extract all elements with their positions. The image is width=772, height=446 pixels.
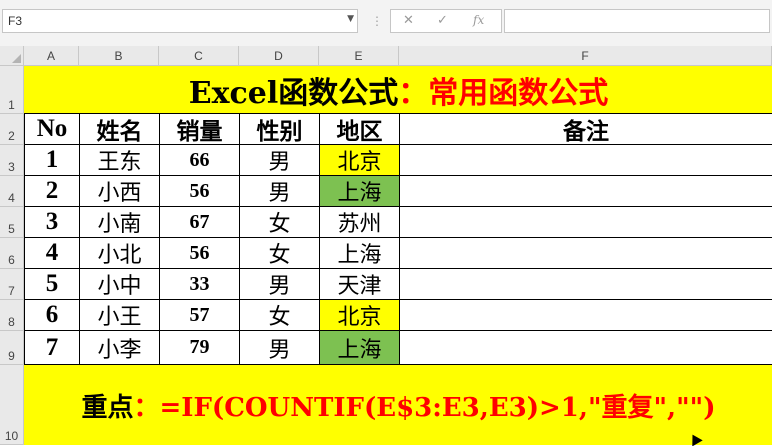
cell-sales[interactable]: 33 — [160, 269, 240, 300]
insert-function-icon[interactable]: fx — [473, 13, 484, 27]
cell-name[interactable]: 小西 — [80, 176, 160, 207]
column-header-a[interactable]: A — [24, 46, 79, 66]
header-cell-region[interactable]: 地区 — [320, 114, 400, 145]
cell-note[interactable] — [400, 300, 772, 331]
header-cell-name[interactable]: 姓名 — [80, 114, 160, 145]
cell-no[interactable]: 6 — [25, 300, 80, 331]
header-cell-gender[interactable]: 性别 — [240, 114, 320, 145]
cell-note[interactable] — [400, 207, 772, 238]
drag-handle-icon[interactable]: ⋮ — [371, 14, 383, 28]
column-header-b[interactable]: B — [79, 46, 159, 66]
cell-gender[interactable]: 女 — [240, 300, 320, 331]
cell-note[interactable] — [400, 269, 772, 300]
row-header-5[interactable]: 5 — [0, 207, 24, 238]
cell-sales[interactable]: 79 — [160, 331, 240, 365]
cell-no[interactable]: 7 — [25, 331, 80, 365]
title-part2: ：常用函数公式 — [398, 76, 609, 111]
column-header-e[interactable]: E — [319, 46, 399, 66]
column-header-d[interactable]: D — [239, 46, 319, 66]
cell-region[interactable]: 北京 — [320, 300, 400, 331]
header-cell-no[interactable]: No — [25, 114, 80, 145]
cell-no[interactable]: 3 — [25, 207, 80, 238]
sheet-title[interactable]: Excel函数公式 ：常用函数公式 — [25, 66, 772, 114]
cell-region[interactable]: 天津 — [320, 269, 400, 300]
row-header-9[interactable]: 9 — [0, 331, 24, 365]
name-box[interactable]: F3 ▼ — [2, 9, 358, 33]
cell-no[interactable]: 4 — [25, 238, 80, 269]
cell-gender[interactable]: 女 — [240, 207, 320, 238]
cell-region[interactable]: 上海 — [320, 331, 400, 365]
cell-gender[interactable]: 男 — [240, 145, 320, 176]
cell-gender[interactable]: 男 — [240, 331, 320, 365]
cell-name[interactable]: 小王 — [80, 300, 160, 331]
cell-no[interactable]: 1 — [25, 145, 80, 176]
cell-gender[interactable]: 女 — [240, 238, 320, 269]
cell-no[interactable]: 2 — [25, 176, 80, 207]
row-header-8[interactable]: 8 — [0, 300, 24, 331]
title-part1: Excel函数公式 — [188, 76, 399, 111]
cell-note[interactable] — [400, 331, 772, 365]
select-all-button[interactable] — [0, 46, 24, 66]
row-header-10[interactable]: 10 — [0, 365, 24, 445]
cell-name[interactable]: 小北 — [80, 238, 160, 269]
cell-region[interactable]: 苏州 — [320, 207, 400, 238]
formula-label: 重点 — [81, 392, 134, 423]
formula-note[interactable]: 重点 ：=IF(COUNTIF(E$3:E3,E3)>1,"重复","") — [25, 365, 772, 445]
cell-name[interactable]: 小南 — [80, 207, 160, 238]
column-header-f[interactable]: F — [399, 46, 772, 66]
chevron-down-icon[interactable]: ▼ — [347, 14, 354, 24]
cell-note[interactable] — [400, 238, 772, 269]
cell-no[interactable]: 5 — [25, 269, 80, 300]
enter-icon[interactable]: ✓ — [437, 13, 448, 28]
formula-buttons: ✕ ✓ fx — [390, 9, 502, 33]
cell-sales[interactable]: 56 — [160, 238, 240, 269]
cell-region[interactable]: 北京 — [320, 145, 400, 176]
cell-note[interactable] — [400, 145, 772, 176]
cell-gender[interactable]: 男 — [240, 176, 320, 207]
row-header-4[interactable]: 4 — [0, 176, 24, 207]
cell-region[interactable]: 上海 — [320, 238, 400, 269]
cancel-icon[interactable]: ✕ — [403, 13, 414, 28]
formula-text: ：=IF(COUNTIF(E$3:E3,E3)>1,"重复","") — [133, 392, 716, 423]
cell-gender[interactable]: 男 — [240, 269, 320, 300]
row-header-1[interactable]: 1 — [0, 66, 24, 114]
row-header-3[interactable]: 3 — [0, 145, 24, 176]
cell-sales[interactable]: 56 — [160, 176, 240, 207]
cell-sales[interactable]: 67 — [160, 207, 240, 238]
column-header-c[interactable]: C — [159, 46, 239, 66]
row-header-7[interactable]: 7 — [0, 269, 24, 300]
cell-name[interactable]: 小李 — [80, 331, 160, 365]
header-cell-sales[interactable]: 销量 — [160, 114, 240, 145]
row-header-2[interactable]: 2 — [0, 114, 24, 145]
cell-region[interactable]: 上海 — [320, 176, 400, 207]
formula-bar: F3 ▼ ⋮ ✕ ✓ fx — [0, 0, 772, 47]
header-cell-note[interactable]: 备注 — [400, 114, 772, 145]
cell-name[interactable]: 王东 — [80, 145, 160, 176]
row-header-6[interactable]: 6 — [0, 238, 24, 269]
cell-sales[interactable]: 66 — [160, 145, 240, 176]
name-box-value: F3 — [8, 14, 23, 28]
cell-name[interactable]: 小中 — [80, 269, 160, 300]
data-table: No 姓名 销量 性别 地区 备注 1 王东 66 男 北京 2 小西 56 男… — [24, 114, 772, 365]
cell-note[interactable] — [400, 176, 772, 207]
cell-sales[interactable]: 57 — [160, 300, 240, 331]
spreadsheet-grid: A B C D E F 1 2 3 4 5 6 7 8 9 10 Excel函数… — [0, 46, 772, 445]
formula-input[interactable] — [504, 9, 770, 33]
